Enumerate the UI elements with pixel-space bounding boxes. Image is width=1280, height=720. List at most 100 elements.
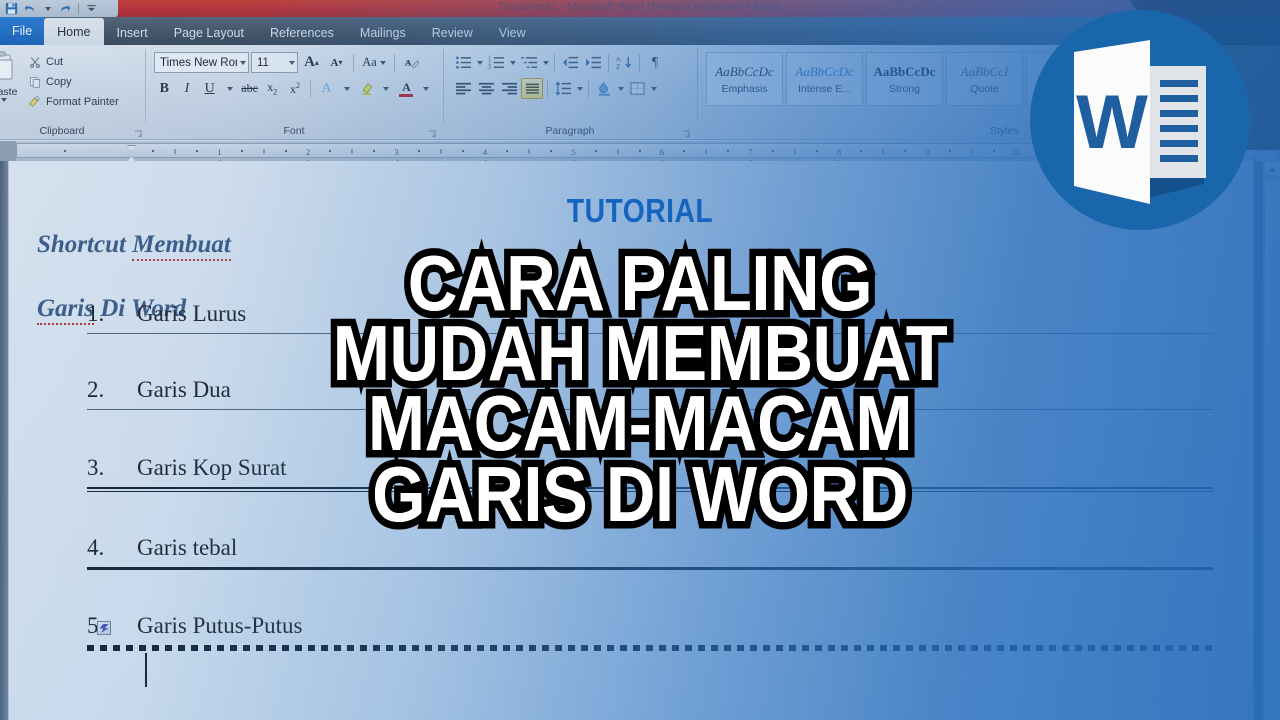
paragraph-dialog-launcher-icon[interactable]	[682, 130, 691, 139]
highlight-dropdown-icon[interactable]	[379, 78, 394, 100]
tab-review[interactable]: Review	[419, 20, 486, 45]
highlight-color-icon[interactable]	[356, 78, 377, 100]
borders-icon[interactable]	[626, 78, 648, 99]
shading-icon[interactable]	[593, 78, 615, 99]
svg-text:Z: Z	[616, 64, 620, 70]
subscript-icon[interactable]: x2	[262, 78, 283, 100]
list-item[interactable]: 2. Garis Dua	[87, 377, 1213, 403]
clipboard-dialog-launcher-icon[interactable]	[134, 130, 143, 139]
quick-access-toolbar[interactable]	[0, 0, 118, 17]
style-card-emphasis[interactable]: AaBbCcDc Emphasis	[706, 52, 783, 106]
font-size-chevron-down-icon[interactable]	[289, 60, 295, 65]
scroll-up-icon[interactable]	[1264, 161, 1280, 178]
font-color-icon[interactable]: A	[396, 78, 417, 100]
paste-button[interactable]: Paste	[0, 49, 24, 125]
ribbon-group-clipboard: Paste Cut	[0, 45, 146, 140]
tab-page-layout[interactable]: Page Layout	[161, 20, 257, 45]
font-dialog-launcher-icon[interactable]	[428, 130, 437, 139]
redo-icon[interactable]	[58, 2, 73, 16]
italic-icon[interactable]: I	[177, 78, 198, 100]
style-preview: AaBbCcDc	[795, 63, 854, 79]
numbering-icon[interactable]: 1 2 3	[485, 52, 507, 73]
paragraph-divider-2	[608, 53, 609, 72]
paste-label: Paste	[0, 86, 18, 98]
sort-icon[interactable]: A Z	[613, 52, 635, 73]
style-name: Quote	[970, 82, 999, 95]
style-card-intense-emphasis[interactable]: AaBbCcDc Intense E...	[786, 52, 863, 106]
document-page[interactable]: Shortcut Membuat Garis Di Word 1. Garis L…	[8, 161, 1254, 720]
style-preview: AaBbCcDc	[873, 63, 936, 79]
tab-references[interactable]: References	[257, 20, 347, 45]
undo-dropdown-icon[interactable]	[40, 2, 55, 16]
qat-divider	[78, 3, 79, 14]
borders-dropdown-icon[interactable]	[649, 78, 658, 99]
show-formatting-marks-icon[interactable]: ¶	[644, 52, 666, 73]
list-item[interactable]: 3. Garis Kop Surat	[87, 455, 1213, 481]
numbering-dropdown-icon[interactable]	[508, 52, 517, 73]
tab-mailings[interactable]: Mailings	[347, 20, 419, 45]
bullets-dropdown-icon[interactable]	[475, 52, 484, 73]
tab-home[interactable]: Home	[44, 18, 104, 45]
scrollbar-thumb[interactable]	[1264, 179, 1280, 349]
style-card-strong[interactable]: AaBbCcDc Strong	[866, 52, 943, 106]
underline-dropdown-icon[interactable]	[222, 78, 237, 100]
font-name-combo[interactable]: Times New Rom	[154, 52, 249, 73]
undo-icon[interactable]	[22, 2, 37, 16]
clear-formatting-icon[interactable]: A A	[400, 52, 423, 74]
customize-qat-icon[interactable]	[84, 2, 99, 16]
decrease-indent-icon[interactable]	[559, 52, 581, 73]
list-item[interactable]: 5 Garis Putus-Putus	[87, 613, 1213, 639]
list-item[interactable]: 4. Garis tebal	[87, 535, 1213, 561]
align-right-icon[interactable]	[498, 78, 520, 99]
autocorrect-options-icon[interactable]	[96, 621, 111, 635]
shrink-font-icon[interactable]: A ▾	[325, 52, 348, 74]
paste-dropdown-icon[interactable]	[1, 98, 7, 102]
font-name-value: Times New Rom	[160, 56, 237, 69]
list-item-text: Garis Dua	[137, 377, 231, 402]
grow-font-icon[interactable]: A ▴	[300, 52, 323, 74]
tab-insert[interactable]: Insert	[104, 20, 161, 45]
superscript-icon[interactable]: x2	[285, 78, 306, 100]
tab-view[interactable]: View	[486, 20, 539, 45]
paragraph-divider-4	[547, 79, 548, 98]
justify-icon[interactable]	[521, 78, 543, 99]
text-effects-dropdown-icon[interactable]	[339, 78, 354, 100]
line-spacing-icon[interactable]	[552, 78, 574, 99]
horizontal-rule-thick	[87, 567, 1213, 570]
bold-icon[interactable]: B	[154, 78, 175, 100]
change-case-icon[interactable]: Aa	[359, 52, 389, 74]
ribbon-group-paragraph: 1 2 3 A Z ¶ Paragraph	[446, 45, 694, 140]
vertical-scrollbar[interactable]	[1263, 161, 1280, 720]
horizontal-rule-dotted	[87, 645, 1213, 651]
style-card-quote[interactable]: AaBbCcI Quote	[946, 52, 1023, 106]
ruler-corner-tab-selector[interactable]	[0, 141, 16, 161]
shading-dropdown-icon[interactable]	[616, 78, 625, 99]
list-item-text: Garis Putus-Putus	[137, 613, 303, 638]
line-spacing-dropdown-icon[interactable]	[575, 78, 584, 99]
strikethrough-icon[interactable]: abc	[239, 78, 260, 100]
tab-file[interactable]: File	[0, 17, 45, 45]
increase-indent-icon[interactable]	[582, 52, 604, 73]
format-painter-button[interactable]: Format Painter	[24, 92, 122, 111]
text-cursor	[145, 653, 147, 687]
list-item[interactable]: 1. Garis Lurus	[87, 301, 1213, 327]
list-item-number: 4.	[87, 535, 105, 560]
list-item-number: 1.	[87, 301, 105, 326]
horizontal-rule-single	[87, 333, 1213, 334]
align-center-icon[interactable]	[475, 78, 497, 99]
multilevel-dropdown-icon[interactable]	[541, 52, 550, 73]
font-size-combo[interactable]: 11	[251, 52, 298, 73]
save-icon[interactable]	[4, 2, 19, 16]
list-item-number: 5	[87, 613, 137, 639]
underline-icon[interactable]: U	[199, 78, 220, 100]
bullets-icon[interactable]	[452, 52, 474, 73]
multilevel-list-icon[interactable]	[518, 52, 540, 73]
font-name-chevron-down-icon[interactable]	[240, 60, 246, 65]
font-color-dropdown-icon[interactable]	[419, 78, 434, 100]
cut-label: Cut	[46, 55, 64, 68]
screenshot-root: Document1 - Microsoft Word (Product Acti…	[0, 0, 1280, 720]
cut-button[interactable]: Cut	[24, 52, 122, 71]
text-effects-icon[interactable]: A	[316, 78, 337, 100]
copy-button[interactable]: Copy	[24, 72, 122, 91]
align-left-icon[interactable]	[452, 78, 474, 99]
